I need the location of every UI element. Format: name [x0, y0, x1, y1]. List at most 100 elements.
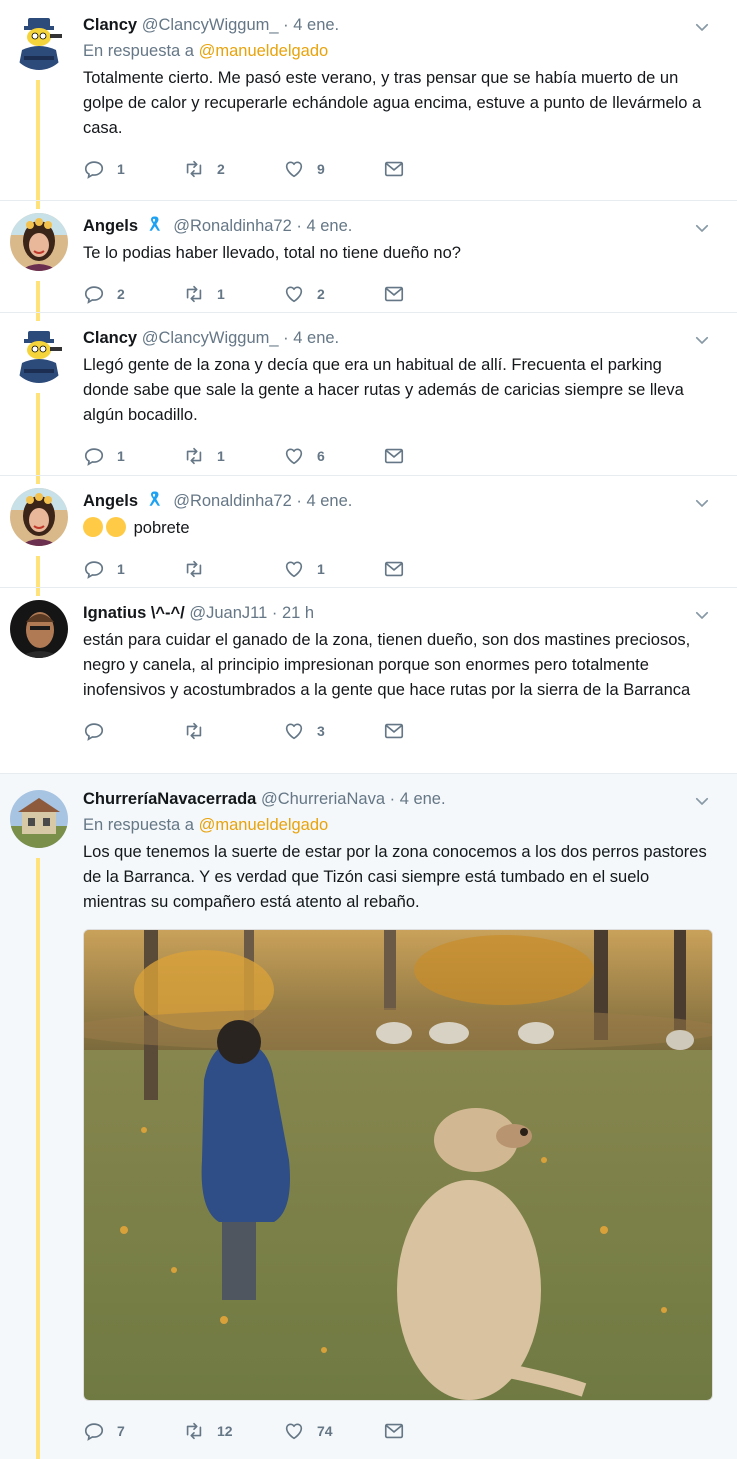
retweet-count: 12	[217, 1423, 233, 1439]
reply-count: 1	[117, 448, 125, 464]
like-count: 3	[317, 723, 325, 739]
avatar[interactable]	[10, 488, 68, 546]
like-button[interactable]: 74	[283, 1420, 383, 1442]
direct-message-button[interactable]	[383, 720, 483, 742]
heart-icon	[283, 558, 305, 580]
direct-message-button[interactable]	[383, 158, 483, 180]
user-handle[interactable]: @Ronaldinha72	[173, 217, 292, 235]
envelope-icon	[383, 1420, 405, 1442]
timestamp[interactable]: 4 ene.	[306, 492, 352, 510]
user-handle[interactable]: @ClancyWiggum_	[142, 16, 279, 34]
direct-message-button[interactable]	[383, 445, 483, 467]
tweet-photo[interactable]	[83, 929, 713, 1401]
sweat-face-emoji	[83, 517, 103, 537]
tweet[interactable]: Clancy @ClancyWiggum_ · 4 ene. Llegó gen…	[0, 313, 737, 476]
retweet-icon	[183, 1420, 205, 1442]
timestamp[interactable]: 4 ene.	[293, 329, 339, 347]
tweet-text: están para cuidar el ganado de la zona, …	[83, 631, 691, 699]
tweet-text: Te lo podias haber llevado, total no tie…	[83, 244, 461, 262]
ribbon-icon	[145, 490, 163, 508]
heart-icon	[283, 283, 305, 305]
avatar[interactable]	[10, 790, 68, 848]
direct-message-button[interactable]	[383, 558, 483, 580]
reply-button[interactable]: 1	[83, 558, 183, 580]
user-handle[interactable]: @ClancyWiggum_	[142, 329, 279, 347]
envelope-icon	[383, 283, 405, 305]
retweet-button[interactable]	[183, 558, 283, 580]
display-name[interactable]: Clancy	[83, 16, 137, 34]
reply-context: En respuesta a @manueldelgado	[83, 40, 711, 62]
tweet[interactable]: Clancy @ClancyWiggum_ · 4 ene. En respue…	[0, 0, 737, 201]
display-name[interactable]: Clancy	[83, 329, 137, 347]
like-button[interactable]: 1	[283, 558, 383, 580]
chevron-down-icon[interactable]	[693, 494, 711, 512]
tweet[interactable]: Ignatius \^-^/ @JuanJ11 · 21 h están par…	[0, 588, 737, 774]
chevron-down-icon[interactable]	[693, 219, 711, 237]
retweet-count: 1	[217, 448, 225, 464]
avatar[interactable]	[10, 600, 68, 658]
like-button[interactable]: 6	[283, 445, 383, 467]
reply-button[interactable]	[83, 720, 183, 742]
avatar[interactable]	[10, 325, 68, 383]
reply-prefix: En respuesta a	[83, 816, 194, 834]
like-count: 74	[317, 1423, 333, 1439]
tweet-actions: 7 12 74	[83, 1409, 711, 1453]
retweet-button[interactable]: 1	[183, 283, 283, 305]
reply-button[interactable]: 1	[83, 158, 183, 180]
reply-button[interactable]: 1	[83, 445, 183, 467]
retweet-button[interactable]	[183, 720, 283, 742]
reply-to-link[interactable]: @manueldelgado	[199, 42, 329, 60]
chevron-down-icon[interactable]	[693, 792, 711, 810]
reply-context: En respuesta a @manueldelgado	[83, 814, 711, 836]
like-button[interactable]: 9	[283, 158, 383, 180]
envelope-icon	[383, 445, 405, 467]
timestamp[interactable]: 4 ene.	[293, 16, 339, 34]
tweet-text: pobrete	[133, 519, 190, 537]
avatar[interactable]	[10, 12, 68, 70]
chevron-down-icon[interactable]	[693, 18, 711, 36]
separator: ·	[271, 604, 278, 622]
like-button[interactable]: 3	[283, 720, 383, 742]
reply-icon	[83, 558, 105, 580]
thread-line	[36, 313, 40, 321]
display-name[interactable]: Ignatius \^-^/	[83, 604, 185, 622]
like-count: 2	[317, 286, 325, 302]
reply-button[interactable]: 7	[83, 1420, 183, 1442]
retweet-button[interactable]: 2	[183, 158, 283, 180]
heart-icon	[283, 445, 305, 467]
user-handle[interactable]: @Ronaldinha72	[173, 492, 292, 510]
tweet[interactable]: Angels @Ronaldinha72 · 4 ene. pobrete 1 …	[0, 476, 737, 588]
retweet-count: 1	[217, 286, 225, 302]
tweet-actions: 1 2 9	[83, 147, 711, 191]
like-count: 1	[317, 561, 325, 577]
reply-icon	[83, 283, 105, 305]
display-name[interactable]: Angels	[83, 217, 138, 235]
reply-to-link[interactable]: @manueldelgado	[199, 816, 329, 834]
retweet-button[interactable]: 12	[183, 1420, 283, 1442]
chevron-down-icon[interactable]	[693, 331, 711, 349]
tweet[interactable]: ChurreríaNavacerrada @ChurreriaNava · 4 …	[0, 774, 737, 1459]
envelope-icon	[383, 158, 405, 180]
tweet[interactable]: Angels @Ronaldinha72 · 4 ene. Te lo podi…	[0, 201, 737, 313]
timestamp[interactable]: 21 h	[282, 604, 314, 622]
retweet-button[interactable]: 1	[183, 445, 283, 467]
display-name[interactable]: Angels	[83, 492, 138, 510]
thread-line	[36, 80, 40, 200]
separator: ·	[283, 329, 289, 347]
thread-line	[36, 588, 40, 596]
envelope-icon	[383, 558, 405, 580]
display-name[interactable]: ChurreríaNavacerrada	[83, 790, 256, 808]
tweet-text: Totalmente cierto. Me pasó este verano, …	[83, 69, 702, 137]
chevron-down-icon[interactable]	[693, 606, 711, 624]
reply-count: 1	[117, 161, 125, 177]
direct-message-button[interactable]	[383, 283, 483, 305]
reply-button[interactable]: 2	[83, 283, 183, 305]
timestamp[interactable]: 4 ene.	[400, 790, 446, 808]
retweet-icon	[183, 720, 205, 742]
avatar[interactable]	[10, 213, 68, 271]
like-button[interactable]: 2	[283, 283, 383, 305]
user-handle[interactable]: @JuanJ11	[189, 604, 267, 622]
timestamp[interactable]: 4 ene.	[306, 217, 352, 235]
user-handle[interactable]: @ChurreriaNava	[261, 790, 385, 808]
direct-message-button[interactable]	[383, 1420, 483, 1442]
